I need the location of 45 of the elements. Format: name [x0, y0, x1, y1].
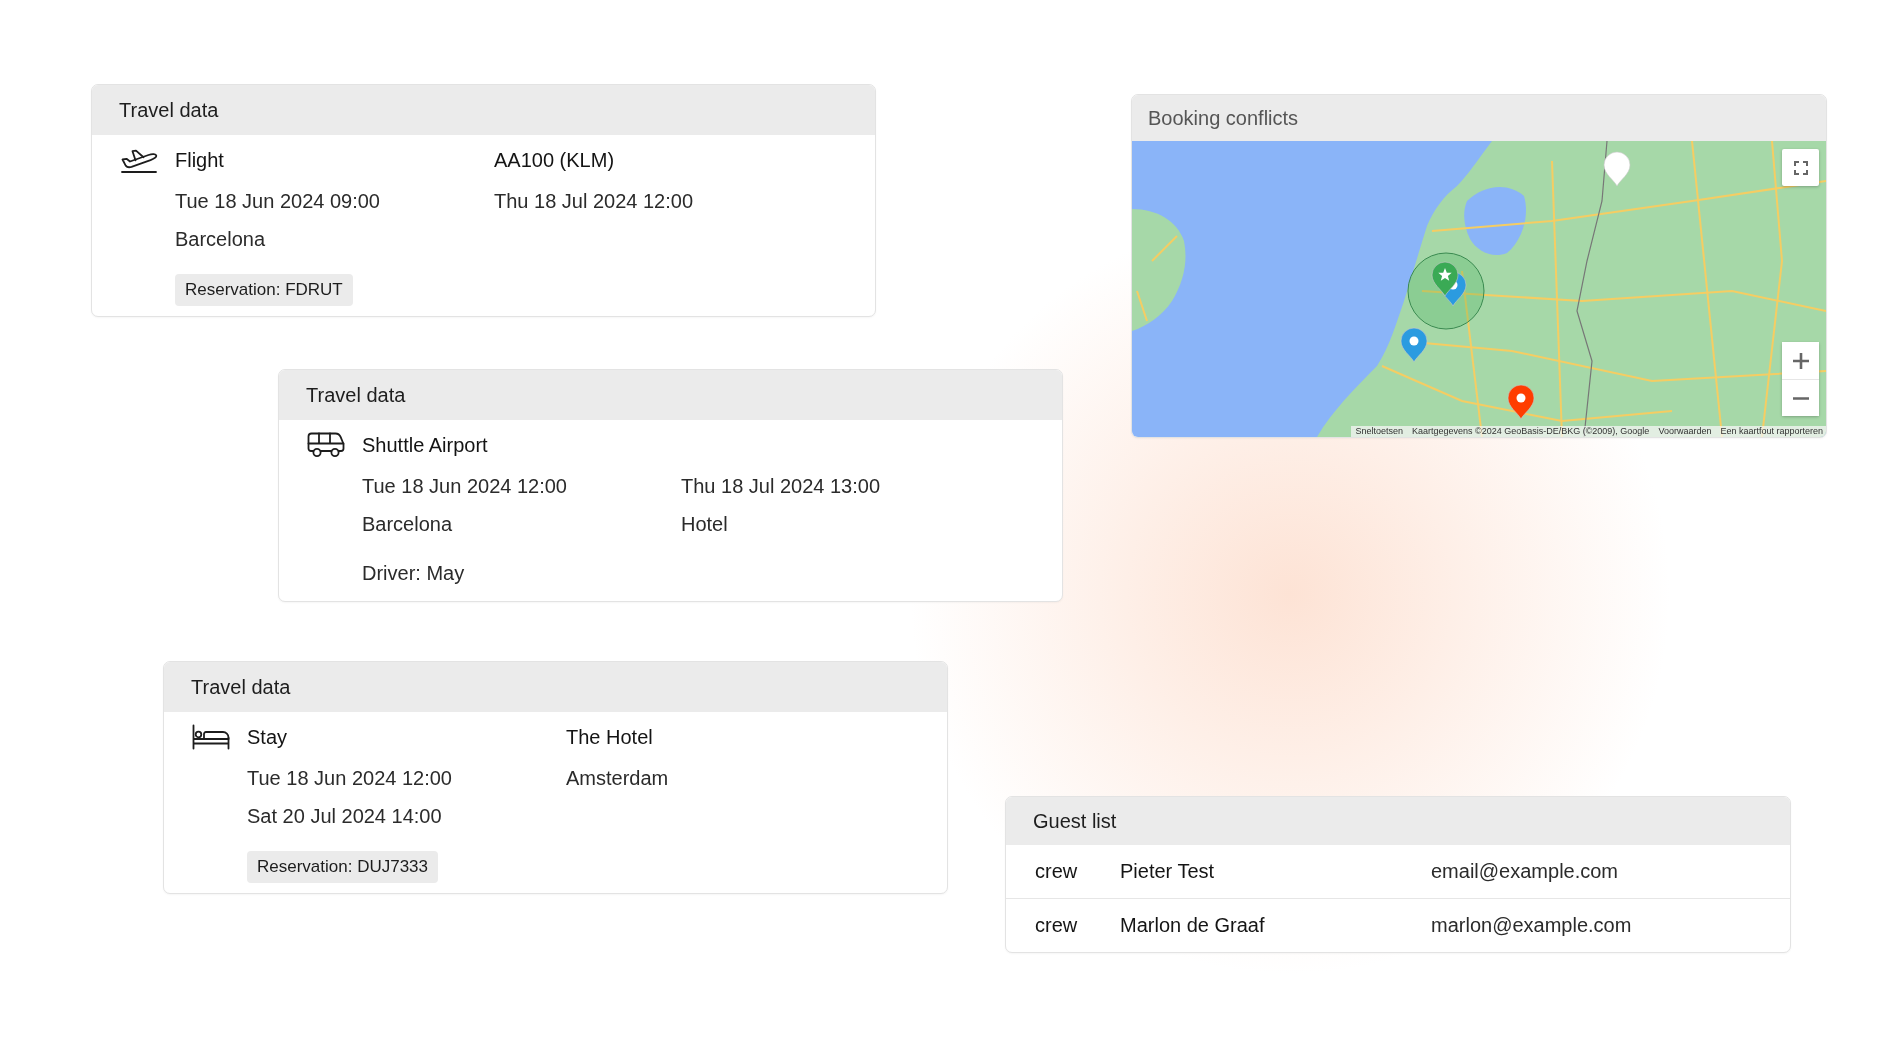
trip-detail: Barcelona	[362, 512, 453, 537]
card-header: Guest list	[1006, 797, 1790, 845]
zoom-in-button[interactable]	[1782, 342, 1819, 379]
guest-role: crew	[1035, 860, 1078, 883]
guest-email: email@example.com	[1431, 860, 1619, 883]
trip-title: The Hotel	[566, 725, 653, 750]
plus-icon	[1792, 352, 1809, 369]
fullscreen-icon	[1793, 160, 1808, 175]
map-pin-icon[interactable]	[1400, 327, 1428, 363]
reservation-tag: Reservation: FDRUT	[175, 274, 353, 306]
trip-title: AA100 (KLM)	[494, 148, 615, 173]
van-icon	[307, 432, 345, 458]
card-header: Travel data	[164, 662, 947, 712]
zoom-out-button[interactable]	[1782, 379, 1819, 416]
card-header: Travel data	[279, 370, 1062, 420]
trip-detail: Amsterdam	[566, 766, 669, 791]
trip-detail: Thu 18 Jul 2024 13:00	[681, 474, 881, 499]
attribution-link[interactable]: Voorwaarden	[1658, 426, 1712, 437]
guest-email: marlon@example.com	[1431, 914, 1632, 937]
trip-detail: Sat 20 Jul 2024 14:00	[247, 804, 442, 829]
attribution-link[interactable]: Een kaartfout rapporteren	[1720, 426, 1823, 437]
attribution-link[interactable]: Sneltoetsen	[1355, 426, 1403, 437]
airplane-icon	[120, 147, 158, 174]
fullscreen-button[interactable]	[1782, 149, 1819, 186]
guest-role: crew	[1035, 914, 1078, 937]
trip-detail: Tue 18 Jun 2024 12:00	[362, 474, 567, 499]
trip-title: Shuttle Airport	[362, 433, 488, 458]
guest-name: Pieter Test	[1120, 860, 1215, 883]
map-pin-icon[interactable]	[1507, 384, 1535, 420]
trip-title: Flight	[175, 148, 224, 173]
driver-note: Driver: May	[362, 561, 465, 586]
trip-detail: Tue 18 Jun 2024 09:00	[175, 189, 380, 214]
card-header: Travel data	[92, 85, 875, 135]
attribution-link[interactable]: Kaartgegevens ©2024 GeoBasis-DE/BKG (©2009), Google	[1411, 426, 1650, 437]
bed-icon	[192, 724, 230, 750]
map-pin-icon[interactable]	[1603, 151, 1631, 187]
trip-detail: Hotel	[681, 512, 728, 537]
trip-detail: Barcelona	[175, 227, 266, 252]
minus-icon	[1792, 396, 1809, 400]
trip-title: Stay	[247, 725, 288, 750]
trip-detail: Tue 18 Jun 2024 12:00	[247, 766, 452, 791]
reservation-tag: Reservation: DUJ7333	[247, 851, 439, 883]
guest-name: Marlon de Graaf	[1120, 914, 1265, 937]
card-header: Booking conflicts	[1132, 95, 1826, 141]
trip-detail: Thu 18 Jul 2024 12:00	[494, 189, 694, 214]
